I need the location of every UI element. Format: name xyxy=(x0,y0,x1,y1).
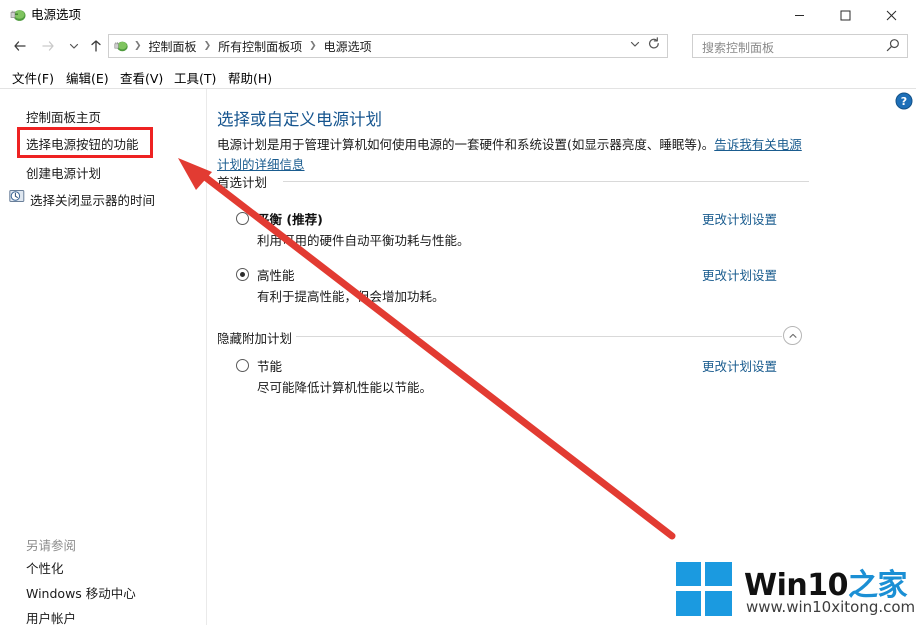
see-also-heading: 另请参阅 xyxy=(26,538,77,553)
address-power-icon xyxy=(114,41,128,52)
preferred-plans-section-label: 首选计划 xyxy=(217,172,268,191)
recent-locations-button[interactable] xyxy=(62,34,86,58)
power-options-icon xyxy=(10,10,26,21)
plan-name-high-performance: 高性能 xyxy=(257,268,295,283)
menu-help[interactable]: 帮助(H) xyxy=(224,66,276,89)
windows-logo-icon xyxy=(676,562,732,616)
address-bar[interactable]: ❯ 控制面板 ❯ 所有控制面板项 ❯ 电源选项 xyxy=(108,34,668,58)
breadcrumb-all-items[interactable]: 所有控制面板项 xyxy=(216,38,304,55)
menu-bar: 文件(F) 编辑(E) 查看(V) 工具(T) 帮助(H) xyxy=(0,64,916,88)
refresh-icon[interactable] xyxy=(647,37,661,55)
search-icon[interactable] xyxy=(886,38,900,56)
breadcrumb-power-options[interactable]: 电源选项 xyxy=(322,38,374,55)
breadcrumb-separator: ❯ xyxy=(203,41,212,51)
forward-button[interactable] xyxy=(36,34,60,58)
intro-text: 电源计划是用于管理计算机如何使用电源的一套硬件和系统设置(如显示器亮度、睡眠等)… xyxy=(217,137,715,152)
left-navigation-pane: 控制面板主页 选择电源按钮的功能 创建电源计划 选择关闭显示器的时间 另请参阅 … xyxy=(0,89,206,625)
intro-paragraph: 电源计划是用于管理计算机如何使用电源的一套硬件和系统设置(如显示器亮度、睡眠等)… xyxy=(217,135,809,175)
minimize-button[interactable] xyxy=(776,0,822,30)
watermark-url: www.win10xitong.com xyxy=(746,598,916,616)
maximize-button[interactable] xyxy=(822,0,868,30)
menu-file[interactable]: 文件(F) xyxy=(8,66,58,89)
radio-plan-balanced[interactable] xyxy=(236,212,249,225)
plan-description-balanced: 利用可用的硬件自动平衡功耗与性能。 xyxy=(257,233,470,248)
change-plan-settings-power-saver[interactable]: 更改计划设置 xyxy=(702,356,777,375)
page-title: 选择或自定义电源计划 xyxy=(217,110,382,129)
hidden-plans-divider xyxy=(296,336,782,337)
see-also-windows-mobility-center[interactable]: Windows 移动中心 xyxy=(26,583,136,602)
sidebar-item-choose-power-button-action[interactable]: 选择电源按钮的功能 xyxy=(26,134,139,153)
preferred-plans-divider xyxy=(283,181,809,182)
radio-plan-power-saver[interactable] xyxy=(236,359,249,372)
sidebar-item-choose-display-off-time[interactable]: 选择关闭显示器的时间 xyxy=(30,190,155,209)
power-options-window: 电源选项 ❯ 控制面板 ❯ 所有控制面板项 ❯ 电源选项 搜索控制面板 文件(F… xyxy=(0,0,916,625)
search-input[interactable]: 搜索控制面板 xyxy=(692,34,908,58)
svg-text:?: ? xyxy=(901,95,907,108)
back-button[interactable] xyxy=(8,34,32,58)
window-title: 电源选项 xyxy=(31,7,82,22)
navigation-bar: ❯ 控制面板 ❯ 所有控制面板项 ❯ 电源选项 搜索控制面板 xyxy=(0,30,916,62)
hidden-plans-section-label: 隐藏附加计划 xyxy=(217,328,293,347)
change-plan-settings-balanced[interactable]: 更改计划设置 xyxy=(702,209,777,228)
chevron-up-icon xyxy=(788,333,797,338)
up-button[interactable] xyxy=(84,34,108,58)
sidebar-item-control-panel-home[interactable]: 控制面板主页 xyxy=(26,107,101,126)
breadcrumb-separator: ❯ xyxy=(309,41,317,51)
sidebar-item-create-power-plan[interactable]: 创建电源计划 xyxy=(26,163,101,182)
see-also-personalization[interactable]: 个性化 xyxy=(26,558,64,577)
collapse-hidden-plans-button[interactable] xyxy=(783,326,802,345)
see-also-user-accounts[interactable]: 用户帐户 xyxy=(26,608,76,625)
plan-name-balanced: 平衡 (推荐) xyxy=(257,212,323,227)
radio-plan-high-performance[interactable] xyxy=(236,268,249,281)
search-placeholder: 搜索控制面板 xyxy=(702,41,775,55)
plan-name-power-saver: 节能 xyxy=(257,359,283,374)
breadcrumb-control-panel[interactable]: 控制面板 xyxy=(147,38,199,55)
address-dropdown-icon[interactable] xyxy=(629,38,641,53)
plan-description-high-performance: 有利于提高性能，但会增加功耗。 xyxy=(257,289,445,304)
clock-monitor-icon xyxy=(9,190,25,202)
breadcrumb-separator: ❯ xyxy=(134,41,142,51)
title-bar: 电源选项 xyxy=(0,0,916,30)
main-content-pane: ? 选择或自定义电源计划 电源计划是用于管理计算机如何使用电源的一套硬件和系统设… xyxy=(207,89,916,625)
menu-tools[interactable]: 工具(T) xyxy=(170,66,220,89)
menu-view[interactable]: 查看(V) xyxy=(116,66,167,89)
menu-edit[interactable]: 编辑(E) xyxy=(62,66,113,89)
site-watermark: Win10之家 www.win10xitong.com xyxy=(676,560,916,622)
plan-description-power-saver: 尽可能降低计算机性能以节能。 xyxy=(257,380,433,395)
change-plan-settings-high-performance[interactable]: 更改计划设置 xyxy=(702,265,777,284)
close-button[interactable] xyxy=(868,0,914,30)
help-circle-icon[interactable]: ? xyxy=(895,92,913,110)
